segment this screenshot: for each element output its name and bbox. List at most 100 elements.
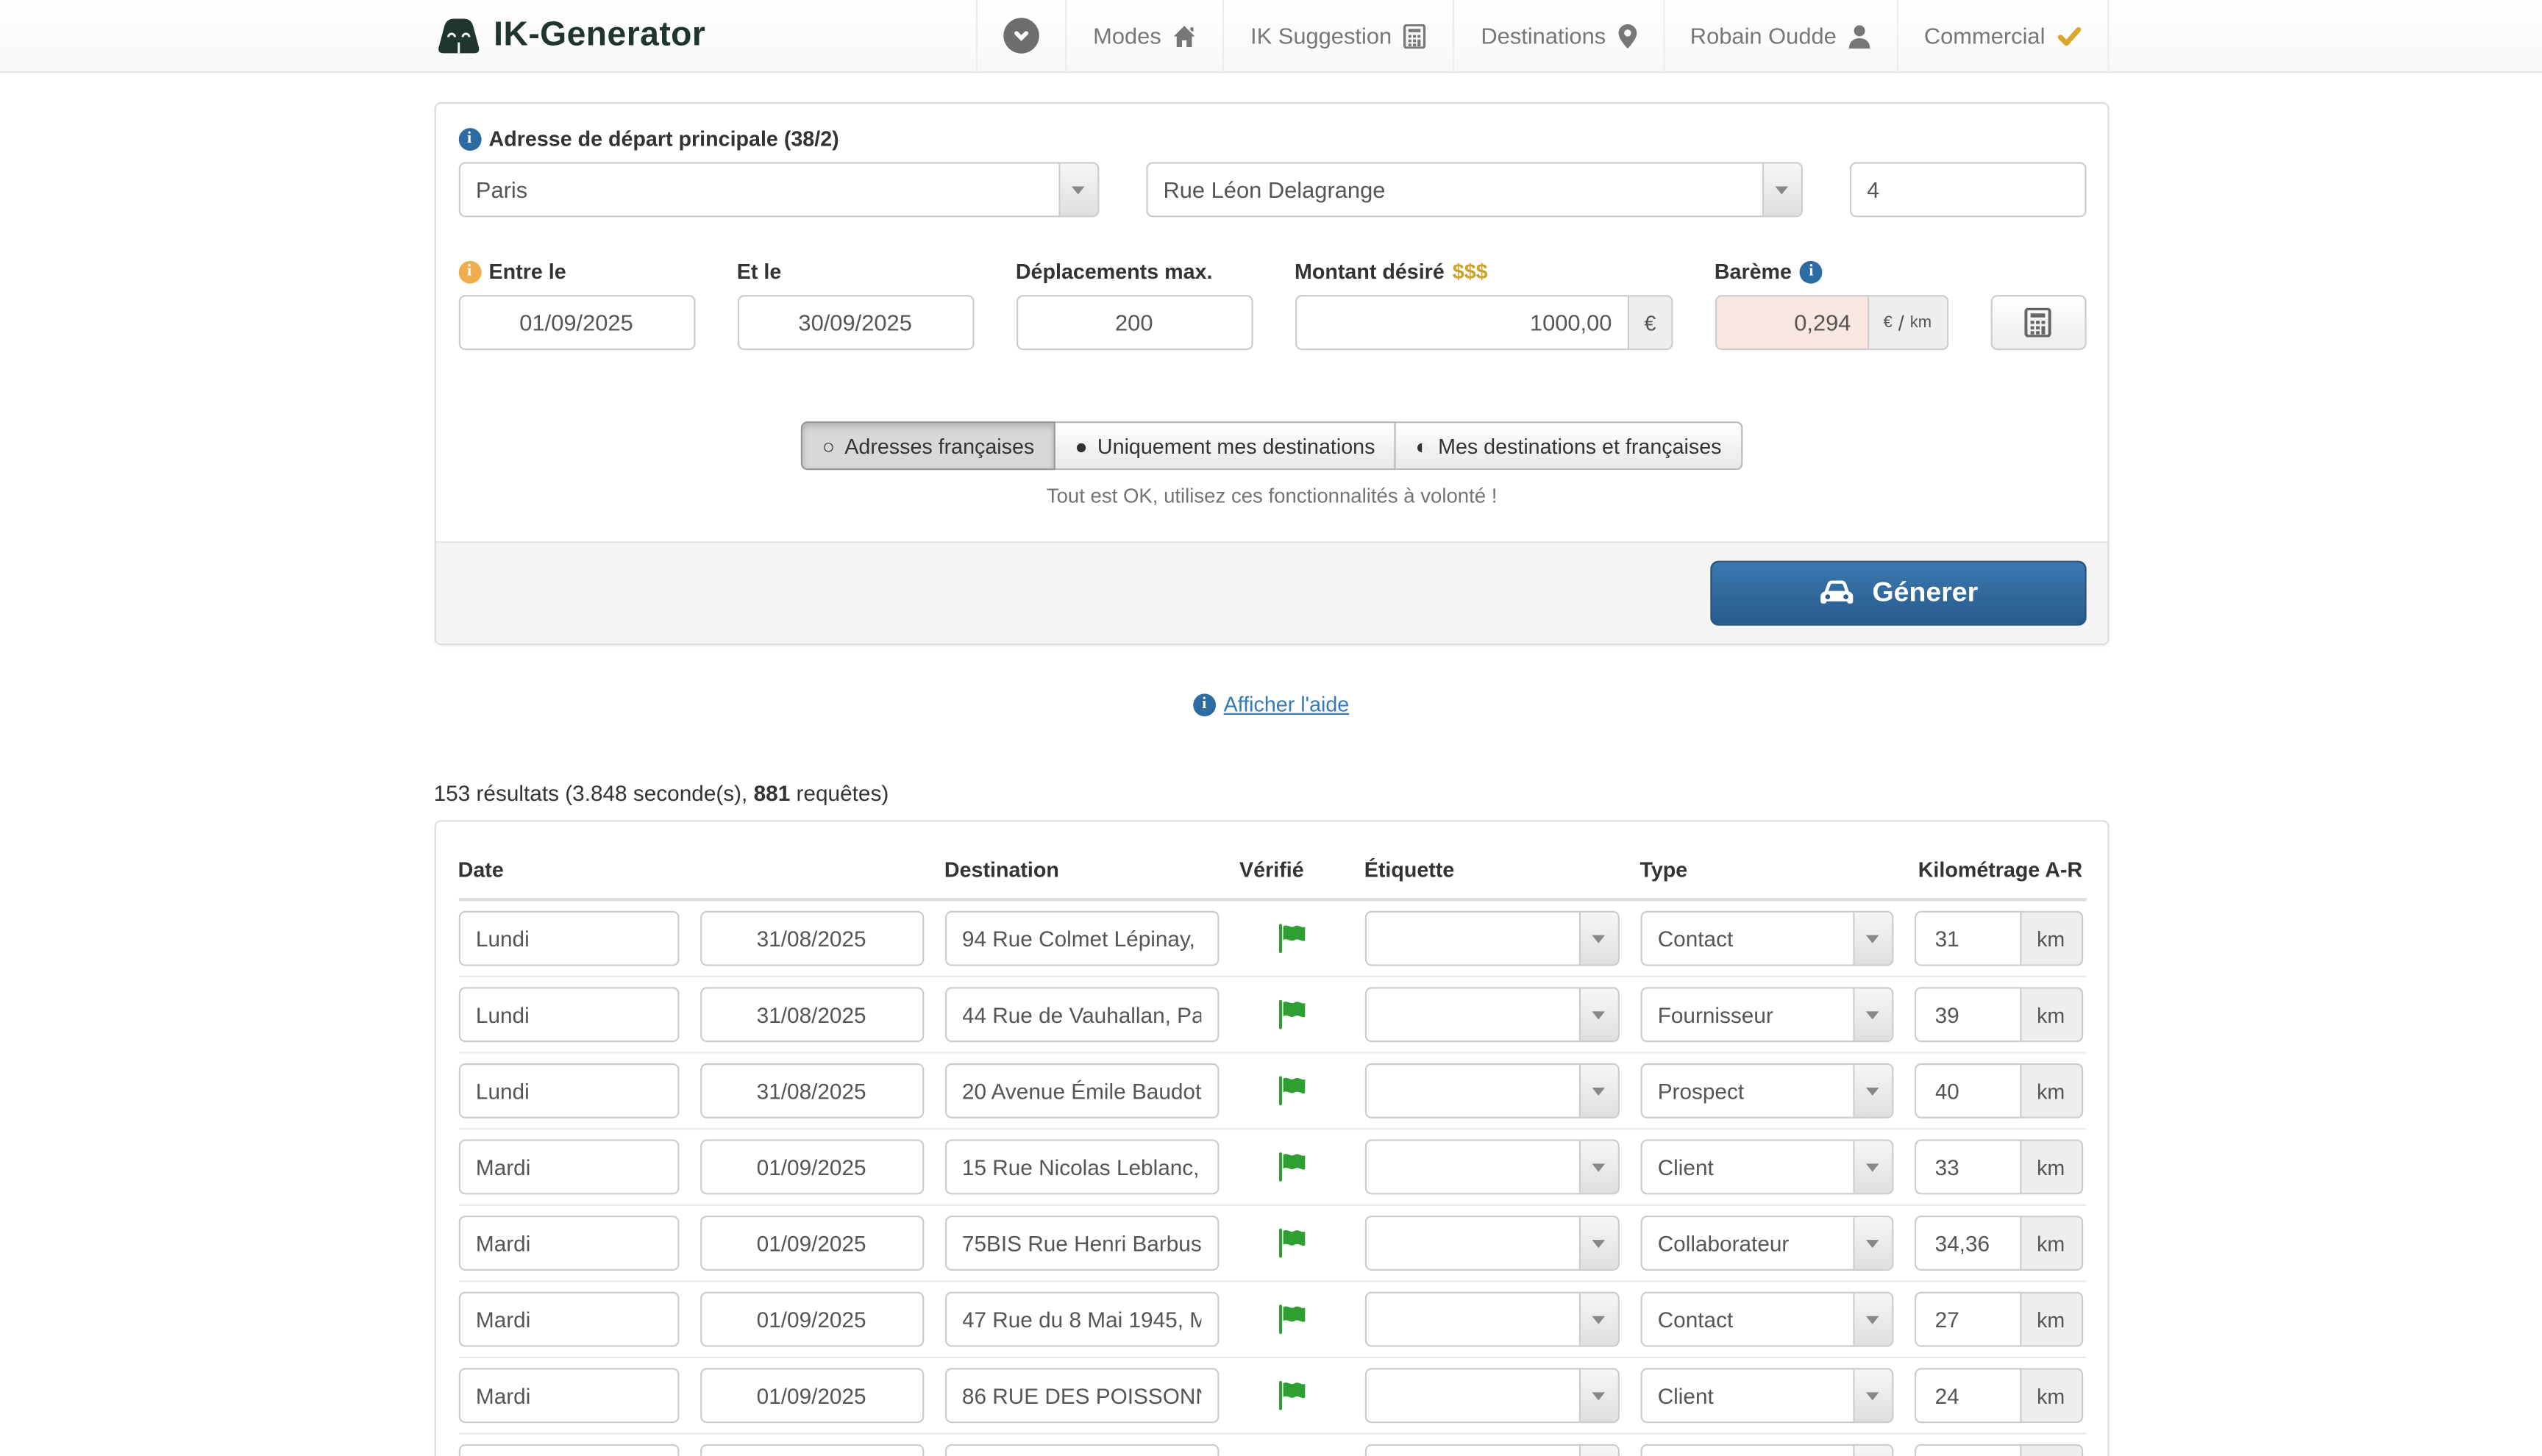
- day-input[interactable]: [458, 1292, 679, 1347]
- verified-flag-icon: [1275, 1227, 1308, 1260]
- chevron-down-icon[interactable]: [1852, 1369, 1891, 1421]
- chevron-down-icon[interactable]: [1578, 1141, 1617, 1193]
- street-number-input[interactable]: [1849, 162, 2086, 217]
- destination-input[interactable]: [944, 1444, 1218, 1456]
- etiquette-select[interactable]: [1364, 1216, 1619, 1271]
- street-select-value[interactable]: [1145, 162, 1802, 217]
- chevron-down-icon[interactable]: [1762, 164, 1801, 216]
- type-select[interactable]: [1640, 987, 1893, 1042]
- date-to-input[interactable]: [737, 295, 974, 350]
- nav-item-modes[interactable]: Modes: [1066, 0, 1223, 72]
- etiquette-select[interactable]: [1364, 1139, 1619, 1194]
- brand[interactable]: IK-Generator: [434, 15, 706, 57]
- day-input[interactable]: [458, 911, 679, 966]
- table-row: km: [458, 1358, 2086, 1435]
- mode-only-my-destinations-button[interactable]: ● Uniquement mes destinations: [1055, 421, 1396, 470]
- amount-input[interactable]: [1295, 295, 1630, 350]
- type-select[interactable]: [1640, 1139, 1893, 1194]
- date-input[interactable]: [699, 1292, 923, 1347]
- chevron-down-icon[interactable]: [1852, 913, 1891, 965]
- mode-my-destinations-and-french-button[interactable]: ◐ Mes destinations et françaises: [1396, 421, 1742, 470]
- date-input[interactable]: [699, 1063, 923, 1118]
- type-select[interactable]: [1640, 1063, 1893, 1118]
- chevron-down-icon[interactable]: [1852, 1141, 1891, 1193]
- type-select[interactable]: [1640, 1444, 1893, 1456]
- rate-calculator-button[interactable]: [1990, 295, 2086, 350]
- chevron-down-icon[interactable]: [1578, 1065, 1617, 1117]
- nav-item-ik-suggestion[interactable]: IK Suggestion: [1223, 0, 1453, 72]
- generate-button[interactable]: Génerer: [1709, 561, 2085, 626]
- km-input[interactable]: [1914, 1368, 2021, 1423]
- mode-french-addresses-button[interactable]: ○ Adresses françaises: [801, 421, 1055, 470]
- etiquette-select[interactable]: [1364, 1444, 1619, 1456]
- chevron-down-icon[interactable]: [1852, 1217, 1891, 1269]
- date-input[interactable]: [699, 911, 923, 966]
- km-input[interactable]: [1914, 1444, 2021, 1456]
- calculator-icon: [1403, 24, 1428, 48]
- type-select[interactable]: [1640, 1216, 1893, 1271]
- nav-item-user[interactable]: Robain Oudde: [1662, 0, 1896, 72]
- street-select[interactable]: [1145, 162, 1802, 217]
- nav-item-notifications[interactable]: [976, 0, 1065, 72]
- date-input[interactable]: [699, 1139, 923, 1194]
- chevron-down-icon[interactable]: [1852, 1293, 1891, 1346]
- calculator-icon: [2023, 308, 2053, 338]
- destination-input[interactable]: [944, 1216, 1218, 1271]
- destination-input[interactable]: [944, 1292, 1218, 1347]
- rate-unit: € / km: [1869, 295, 1948, 350]
- day-input[interactable]: [458, 1444, 679, 1456]
- km-input[interactable]: [1914, 1063, 2021, 1118]
- km-input[interactable]: [1914, 987, 2021, 1042]
- etiquette-select[interactable]: [1364, 1063, 1619, 1118]
- rate-input[interactable]: [1715, 295, 1869, 350]
- show-help-link[interactable]: i Afficher l'aide: [1193, 692, 1349, 716]
- destination-input[interactable]: [944, 911, 1218, 966]
- date-input[interactable]: [699, 1216, 923, 1271]
- etiquette-select[interactable]: [1364, 911, 1619, 966]
- chevron-down-icon[interactable]: [1578, 913, 1617, 965]
- info-icon: i: [458, 260, 481, 283]
- day-input[interactable]: [458, 1216, 679, 1271]
- chevron-down-icon[interactable]: [1578, 1369, 1617, 1421]
- day-input[interactable]: [458, 1368, 679, 1423]
- day-input[interactable]: [458, 1063, 679, 1118]
- destination-input[interactable]: [944, 1139, 1218, 1194]
- city-select-value[interactable]: [458, 162, 1099, 217]
- city-select[interactable]: [458, 162, 1099, 217]
- info-icon: i: [1193, 693, 1216, 715]
- date-input[interactable]: [699, 987, 923, 1042]
- chevron-down-icon[interactable]: [1578, 1446, 1617, 1456]
- km-input[interactable]: [1914, 1216, 2021, 1271]
- nav-item-destinations[interactable]: Destinations: [1453, 0, 1662, 72]
- chevron-down-icon[interactable]: [1852, 989, 1891, 1041]
- destination-input[interactable]: [944, 1063, 1218, 1118]
- km-input[interactable]: [1914, 1139, 2021, 1194]
- nav-item-commercial[interactable]: Commercial: [1896, 0, 2108, 72]
- request-count: 881: [754, 781, 791, 805]
- home-icon: [1172, 24, 1197, 48]
- max-trips-input[interactable]: [1016, 295, 1253, 350]
- nav-item-label: Commercial: [1924, 23, 2046, 49]
- day-input[interactable]: [458, 987, 679, 1042]
- chevron-down-icon[interactable]: [1578, 1293, 1617, 1346]
- etiquette-select[interactable]: [1364, 1292, 1619, 1347]
- etiquette-select[interactable]: [1364, 987, 1619, 1042]
- date-input[interactable]: [699, 1368, 923, 1423]
- day-input[interactable]: [458, 1139, 679, 1194]
- chevron-down-icon[interactable]: [1058, 164, 1097, 216]
- type-select[interactable]: [1640, 1368, 1893, 1423]
- km-input[interactable]: [1914, 1292, 2021, 1347]
- km-input[interactable]: [1914, 911, 2021, 966]
- chevron-down-icon[interactable]: [1852, 1446, 1891, 1456]
- chevron-down-icon[interactable]: [1578, 989, 1617, 1041]
- destination-input[interactable]: [944, 987, 1218, 1042]
- type-select[interactable]: [1640, 911, 1893, 966]
- destination-input[interactable]: [944, 1368, 1218, 1423]
- chevron-down-icon[interactable]: [1578, 1217, 1617, 1269]
- chevron-down-icon[interactable]: [1852, 1065, 1891, 1117]
- type-select[interactable]: [1640, 1292, 1893, 1347]
- date-from-input[interactable]: [458, 295, 695, 350]
- etiquette-select[interactable]: [1364, 1368, 1619, 1423]
- km-unit: km: [2021, 911, 2082, 966]
- date-input[interactable]: [699, 1444, 923, 1456]
